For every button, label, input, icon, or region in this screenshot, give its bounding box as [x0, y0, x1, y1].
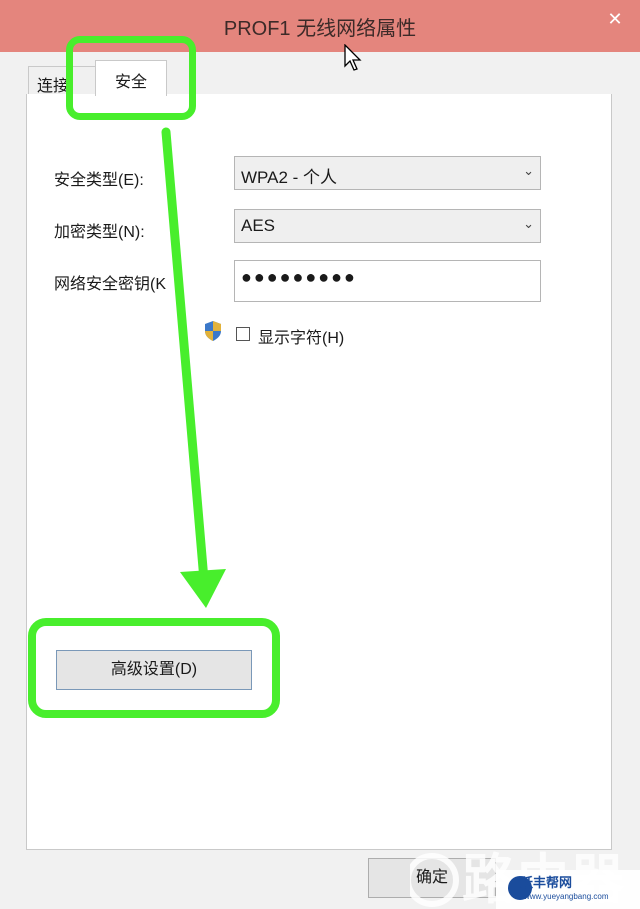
close-button[interactable]: ✕: [600, 6, 630, 32]
encryption-type-select[interactable]: AES ⌄: [234, 209, 541, 243]
encryption-type-value: AES: [241, 216, 276, 235]
encryption-type-label: 加密类型(N):: [54, 224, 145, 241]
highlight-box-tab: [66, 36, 196, 120]
uac-shield-icon: [205, 321, 221, 341]
security-type-value: WPA2 - 个人: [241, 168, 338, 187]
mouse-cursor-icon: [344, 44, 362, 71]
chevron-down-icon: ⌄: [523, 163, 534, 178]
chevron-down-icon: ⌄: [523, 216, 534, 231]
show-chars-label[interactable]: 显示字符(H): [258, 324, 344, 348]
show-chars-checkbox[interactable]: [236, 327, 250, 341]
watermark-url: www.yueyangbang.com: [524, 892, 609, 901]
highlight-box-button: [28, 618, 280, 718]
security-type-select[interactable]: WPA2 - 个人 ⌄: [234, 156, 541, 190]
network-key-label: 网络安全密钥(K: [54, 276, 167, 293]
network-key-input[interactable]: ●●●●●●●●●: [234, 260, 541, 302]
security-panel: [26, 94, 612, 850]
watermark-site-name: 跃丰帮网: [520, 875, 573, 890]
security-type-label: 安全类型(E):: [54, 172, 144, 189]
